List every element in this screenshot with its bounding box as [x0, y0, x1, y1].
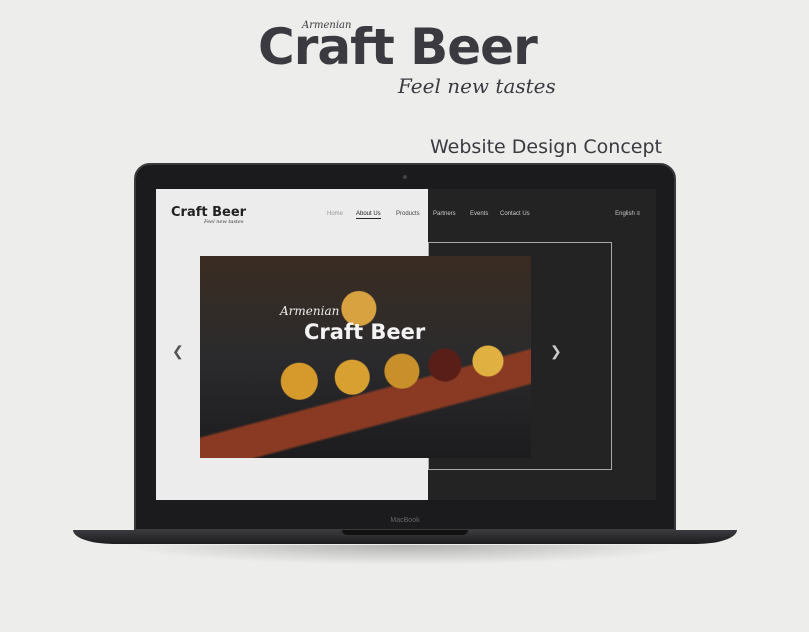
device-label: MacBook	[390, 517, 420, 524]
brand-tagline: Feel new tastes	[398, 74, 556, 98]
nav-partners[interactable]: Partners	[433, 211, 456, 217]
website-screen: Craft Beer Feel new tastes Home About Us…	[156, 189, 656, 500]
nav-products[interactable]: Products	[396, 211, 420, 217]
hero-photo: Armenian Craft Beer	[200, 256, 531, 458]
nav-events[interactable]: Events	[470, 211, 488, 217]
hamburger-icon: ≡	[636, 211, 640, 217]
hero-title: Craft Beer	[304, 320, 426, 344]
brand-small: Armenian	[302, 20, 352, 31]
laptop-notch	[342, 530, 468, 535]
subtitle: Website Design Concept	[430, 136, 662, 158]
nav-contact-us[interactable]: Contact Us	[500, 211, 530, 217]
language-selector[interactable]: English ≡	[615, 211, 640, 217]
chevron-right-icon[interactable]: ❯	[550, 343, 562, 360]
hero-small-title: Armenian	[280, 304, 340, 318]
nav-about-us[interactable]: About Us	[356, 211, 381, 219]
chevron-left-icon[interactable]: ❮	[172, 343, 184, 360]
site-logo-tagline: Feel new tastes	[204, 219, 244, 225]
brand-logo: Craft Beer	[258, 18, 538, 76]
nav-home[interactable]: Home	[327, 211, 343, 217]
language-label: English	[615, 211, 635, 217]
laptop-shadow	[120, 545, 690, 565]
camera	[403, 175, 407, 179]
site-logo[interactable]: Craft Beer	[171, 205, 246, 220]
